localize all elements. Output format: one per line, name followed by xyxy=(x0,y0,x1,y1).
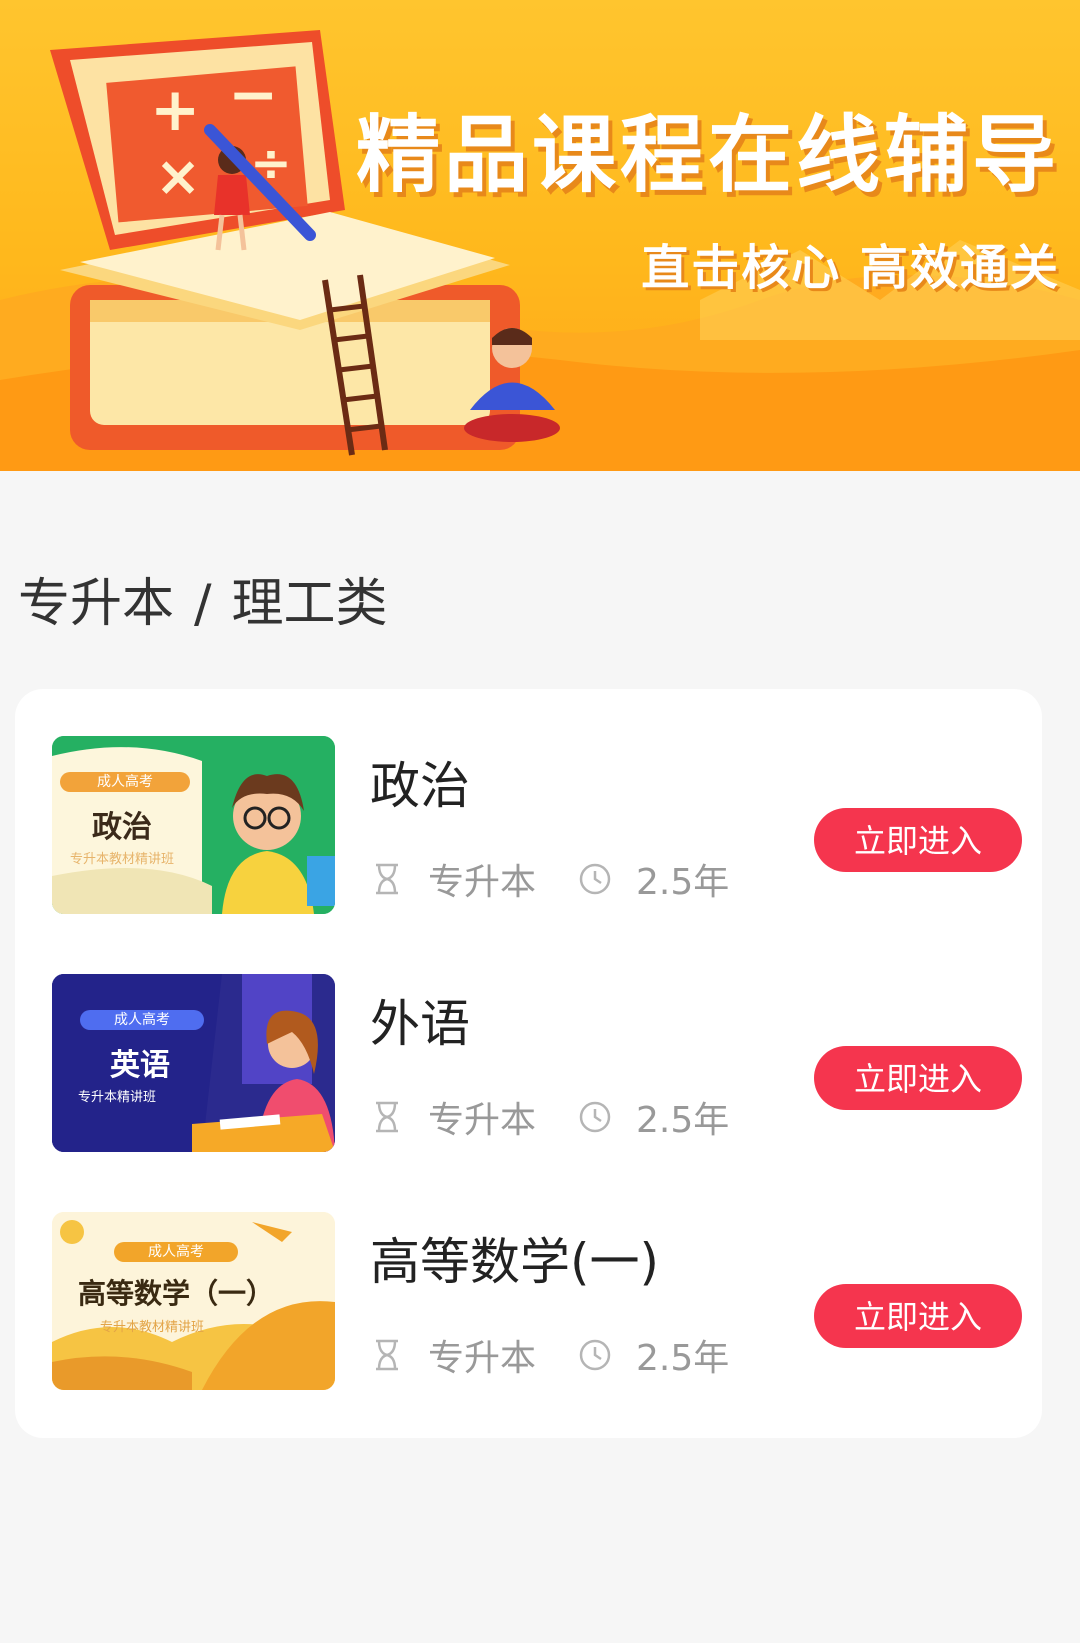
hourglass-icon xyxy=(376,1101,398,1133)
thumb-subtitle: 专升本教材精讲班 xyxy=(70,852,175,867)
course-level: 专升本 xyxy=(428,1100,537,1141)
clock-icon xyxy=(579,1101,611,1133)
course-thumbnail[interactable]: 成人高考 高等数学（一） 专升本教材精讲班 xyxy=(52,1212,335,1390)
course-name[interactable]: 高等数学(一) xyxy=(370,1232,659,1292)
course-item-politics[interactable]: 成人高考 政治 专升本教材精讲班 政治 专升本 2.5年 立即进入 xyxy=(52,736,1022,916)
thumb-title: 政治 xyxy=(92,810,152,845)
course-meta: 专升本 2.5年 xyxy=(370,1094,730,1141)
svg-text:−: − xyxy=(228,60,278,130)
banner-subtitle: 直击核心 高效通关 xyxy=(641,240,1060,296)
thumb-title: 英语 xyxy=(110,1048,170,1083)
breadcrumb-level1[interactable]: 专升本 xyxy=(18,574,174,634)
breadcrumb-level2[interactable]: 理工类 xyxy=(232,574,388,634)
english-thumb-art xyxy=(52,974,335,1152)
hourglass-icon xyxy=(376,863,398,895)
course-item-advanced-math[interactable]: 成人高考 高等数学（一） 专升本教材精讲班 高等数学(一) 专升本 2.5年 立… xyxy=(52,1212,1022,1392)
thumb-tag: 成人高考 xyxy=(114,1242,238,1262)
course-meta: 专升本 2.5年 xyxy=(370,856,730,903)
course-list-card: 成人高考 政治 专升本教材精讲班 政治 专升本 2.5年 立即进入 成人高考 英… xyxy=(15,689,1042,1438)
svg-text:×: × xyxy=(155,144,201,208)
hourglass-icon xyxy=(376,1339,398,1371)
course-duration: 2.5年 xyxy=(636,1338,730,1379)
thumb-title: 高等数学（一） xyxy=(78,1277,275,1310)
course-level: 专升本 xyxy=(428,1338,537,1379)
course-name[interactable]: 外语 xyxy=(370,994,470,1054)
course-item-foreign-language[interactable]: 成人高考 英语 专升本精讲班 外语 专升本 2.5年 立即进入 xyxy=(52,974,1022,1154)
thumb-tag: 成人高考 xyxy=(80,1010,204,1030)
clock-icon xyxy=(579,1339,611,1371)
thumb-tag: 成人高考 xyxy=(60,772,190,792)
banner-title: 精品课程在线辅导 xyxy=(355,106,1060,204)
course-thumbnail[interactable]: 成人高考 政治 专升本教材精讲班 xyxy=(52,736,335,914)
course-level: 专升本 xyxy=(428,862,537,903)
breadcrumb: 专升本 / 理工类 xyxy=(18,572,388,636)
enter-course-button[interactable]: 立即进入 xyxy=(814,1046,1022,1110)
course-duration: 2.5年 xyxy=(636,862,730,903)
clock-icon xyxy=(579,863,611,895)
svg-text:+: + xyxy=(150,75,200,145)
breadcrumb-separator: / xyxy=(194,574,212,634)
thumb-subtitle: 专升本精讲班 xyxy=(78,1090,157,1105)
course-meta: 专升本 2.5年 xyxy=(370,1332,730,1379)
enter-course-button[interactable]: 立即进入 xyxy=(814,1284,1022,1348)
course-duration: 2.5年 xyxy=(636,1100,730,1141)
promo-banner[interactable]: + − × ÷ 精品课程在线辅导 直击核心 高效通关 xyxy=(0,0,1080,471)
course-thumbnail[interactable]: 成人高考 英语 专升本精讲班 xyxy=(52,974,335,1152)
course-name[interactable]: 政治 xyxy=(370,756,470,816)
thumb-subtitle: 专升本教材精讲班 xyxy=(100,1320,205,1335)
enter-course-button[interactable]: 立即进入 xyxy=(814,808,1022,872)
